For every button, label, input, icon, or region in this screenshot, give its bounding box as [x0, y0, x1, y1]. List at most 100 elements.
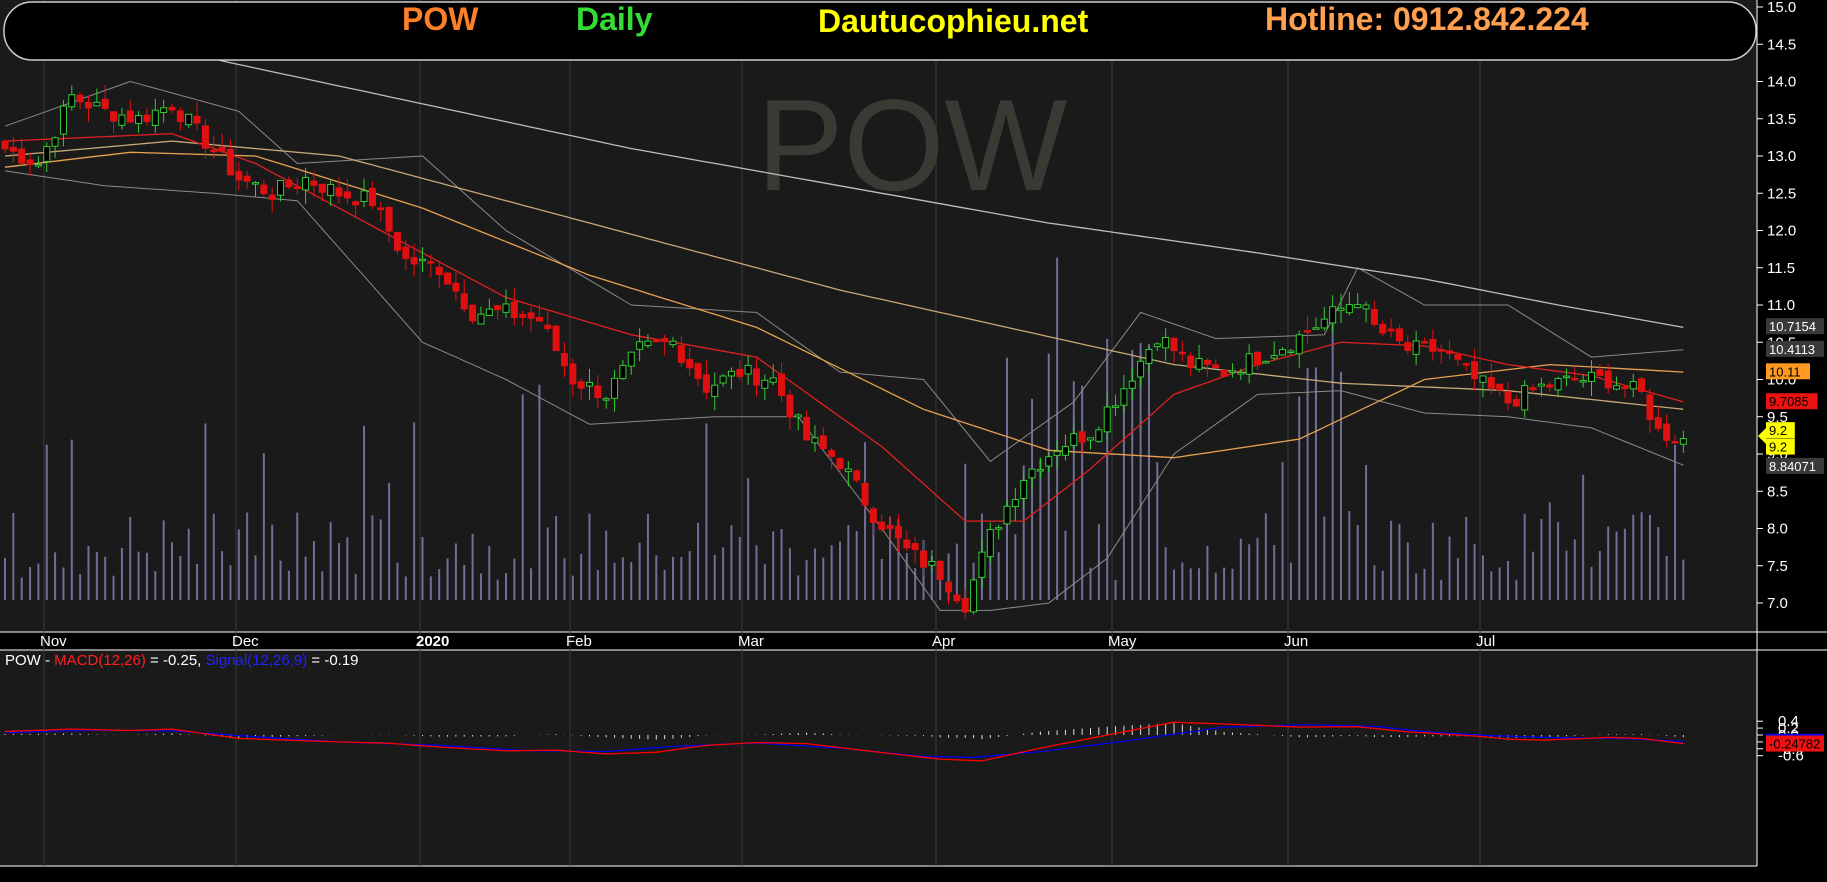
candle-up [1070, 433, 1078, 446]
candle-down [552, 325, 560, 352]
candle-up [1287, 350, 1295, 354]
candle-up [1053, 451, 1061, 456]
candle-down [594, 385, 602, 399]
candle-down [1170, 337, 1178, 352]
watermark: POW [757, 72, 1068, 218]
price-tick-label: 12.5 [1767, 185, 1796, 202]
candle-down [1604, 370, 1612, 389]
candle-up [928, 560, 936, 566]
candle-down [560, 353, 568, 367]
candle-down [686, 359, 694, 369]
candle-up [644, 340, 652, 347]
candle-up [252, 182, 259, 185]
candle-down [176, 110, 184, 123]
candle-down [836, 457, 844, 469]
candle-up [1195, 357, 1203, 370]
candle-up [1554, 378, 1562, 391]
candle-down [385, 206, 393, 232]
candle-down [226, 148, 234, 176]
candle-down [410, 257, 418, 265]
month-label: Jul [1476, 633, 1495, 650]
candle-up [1579, 380, 1587, 383]
macd-value-tag: -0.24782 [1769, 737, 1820, 752]
candle-down [1504, 391, 1512, 404]
candle-down [85, 102, 92, 109]
candle-up [1479, 375, 1487, 383]
candle-down [1304, 330, 1312, 333]
candle-up [978, 551, 986, 578]
candle-up [59, 105, 67, 135]
price-value-tag: 9.2 [1769, 423, 1787, 438]
candle-up [769, 377, 777, 383]
candle-down [26, 159, 34, 165]
candle-up [986, 529, 994, 558]
candle-up [1061, 446, 1069, 456]
candle-down [1254, 351, 1261, 366]
legend-signal-value: = -0.19 [307, 652, 358, 669]
candle-down [861, 483, 869, 506]
candle-down [268, 194, 276, 200]
candle-up [1137, 360, 1145, 378]
price-tick-label: 12.0 [1767, 223, 1796, 240]
candle-up [1237, 371, 1245, 375]
candle-down [1203, 359, 1211, 365]
candle-down [452, 282, 460, 292]
candle-down [786, 394, 794, 418]
candle-down [1596, 369, 1604, 376]
candle-down [1646, 394, 1654, 420]
candle-down [76, 94, 84, 103]
month-labels: Nov Dec 2020 Feb Mar Apr May Jun Jul [40, 633, 1495, 650]
candle-up [118, 114, 126, 126]
candle-up [1312, 327, 1320, 330]
candle-up [1112, 405, 1120, 408]
candle-up [68, 94, 76, 108]
candle-up [744, 364, 752, 375]
candle-down [510, 301, 518, 319]
candle-down [519, 314, 527, 318]
current-price-arrow [1758, 428, 1766, 444]
candle-down [1429, 339, 1437, 352]
candle-up [1095, 429, 1103, 442]
header-hotline: Hotline: 0912.842.224 [1265, 1, 1589, 37]
candle-up [1329, 306, 1337, 324]
price-tick-label: 14.5 [1767, 36, 1796, 53]
candle-down [1220, 369, 1228, 377]
candle-down [1512, 399, 1520, 407]
legend-macd-label: MACD(12,26) [54, 652, 146, 669]
candle-up [1003, 505, 1011, 525]
candle-down [126, 110, 134, 123]
candle-down [310, 180, 318, 186]
candle-down [1654, 417, 1662, 429]
price-tick-label: 13.0 [1767, 148, 1796, 165]
candle-down [828, 450, 836, 457]
candle-down [402, 246, 410, 259]
header-period: Daily [576, 1, 653, 37]
candle-up [636, 341, 644, 350]
legend-prefix: POW - [5, 652, 54, 669]
legend-macd-value: = -0.25, [146, 652, 206, 669]
candle-down [694, 363, 702, 379]
candle-down [1212, 364, 1220, 369]
candle-up [1337, 307, 1345, 311]
candle-up [1562, 375, 1570, 379]
price-tick-label: 13.5 [1767, 111, 1796, 128]
candle-down [444, 272, 452, 285]
candle-down [803, 416, 811, 441]
candle-down [1454, 354, 1462, 360]
candle-up [1521, 385, 1529, 411]
candle-up [185, 113, 193, 126]
candle-up [611, 377, 619, 399]
candle-up [1128, 380, 1136, 389]
candle-up [1354, 304, 1362, 309]
candle-up [970, 579, 978, 613]
candle-down [1446, 350, 1454, 354]
candle-down [335, 187, 343, 197]
candle-up [93, 101, 101, 107]
price-tick-label: 11.0 [1767, 297, 1795, 314]
candle-down [569, 363, 577, 385]
legend-signal-label: Signal(12,26,9) [206, 652, 308, 669]
candle-up [1045, 456, 1053, 467]
candle-up [1345, 304, 1353, 314]
candle-up [51, 137, 59, 147]
candle-down [143, 114, 151, 122]
